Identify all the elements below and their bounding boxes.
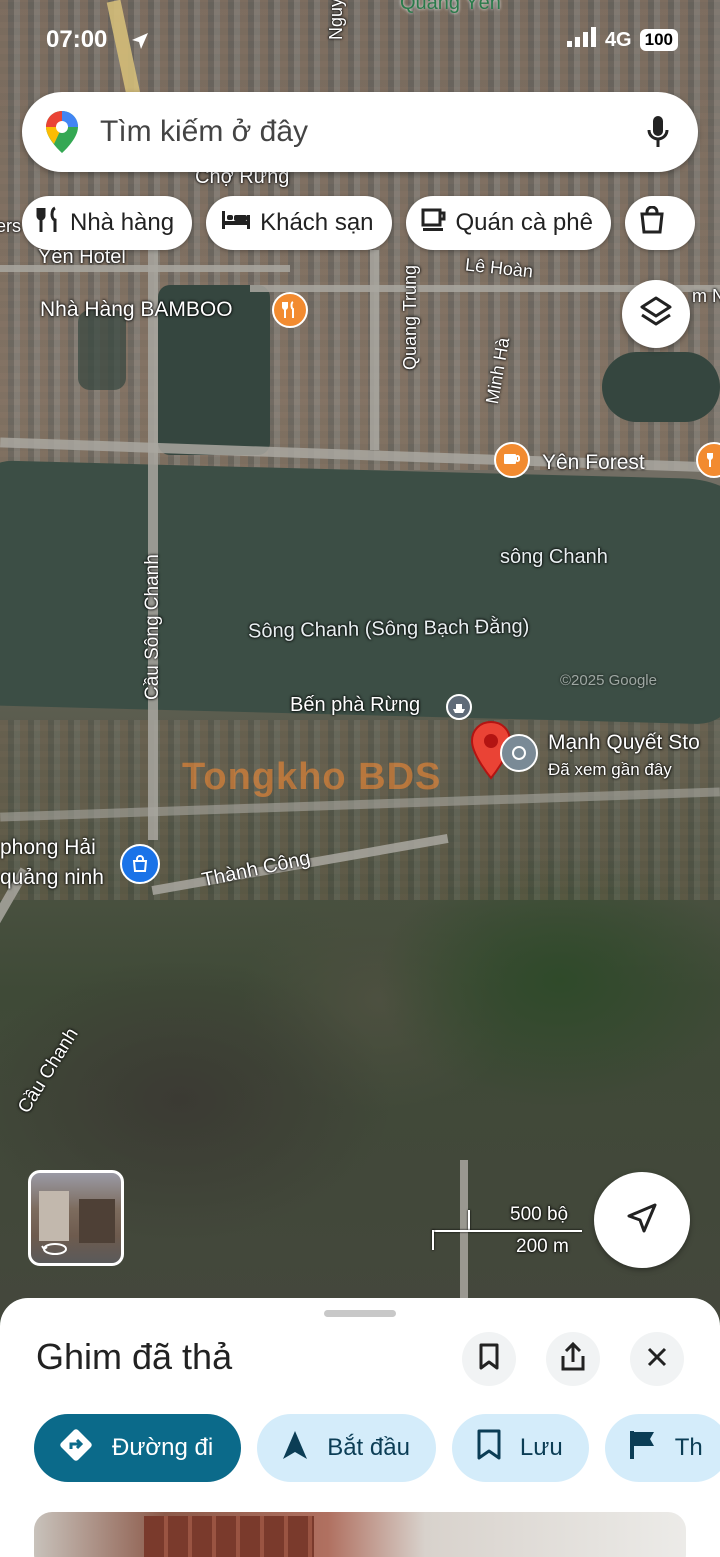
bed-icon bbox=[220, 209, 252, 238]
pond-west bbox=[78, 310, 126, 390]
start-navigation-icon bbox=[281, 1429, 309, 1468]
label-song-chanh-full: Sông Chanh (Sông Bạch Đằng) bbox=[247, 615, 530, 643]
layers-button[interactable] bbox=[622, 280, 690, 348]
signal-icon bbox=[566, 26, 597, 54]
scale-metric: 200 m bbox=[516, 1236, 569, 1257]
place-bottom-sheet[interactable]: Ghim đã thả Đường đi Bắt đầu Lưu Th bbox=[0, 1298, 720, 1557]
sheet-drag-handle[interactable] bbox=[324, 1310, 396, 1317]
google-watermark: ©2025 Google bbox=[560, 672, 657, 689]
save-bookmark-icon bbox=[476, 1429, 502, 1468]
navigation-arrow-icon bbox=[625, 1201, 659, 1240]
label-bamboo[interactable]: Nhà Hàng BAMBOO bbox=[40, 298, 233, 322]
label-quang-trung: Quang Trung bbox=[400, 264, 420, 370]
cafe-icon[interactable] bbox=[494, 442, 530, 478]
maps-logo-icon bbox=[44, 109, 80, 155]
chip-shopping[interactable] bbox=[624, 196, 695, 250]
place-photo[interactable] bbox=[34, 1512, 686, 1557]
save-bookmark-button[interactable] bbox=[462, 1332, 516, 1386]
sheet-title: Ghim đã thả bbox=[36, 1336, 233, 1377]
category-chips: Nhà hàng Khách sạn Quán cà phê bbox=[22, 196, 695, 250]
street-view-rotate-icon bbox=[41, 1239, 69, 1262]
label-yen-forest[interactable]: Yên Forest bbox=[542, 451, 645, 475]
search-bar[interactable]: Tìm kiếm ở đây bbox=[22, 92, 698, 172]
chip-cafes[interactable]: Quán cà phê bbox=[405, 196, 611, 250]
pond-east bbox=[602, 352, 720, 422]
label-da-xem: Đã xem gần đây bbox=[548, 760, 672, 779]
watermark-logo: Tongkho BDS bbox=[182, 756, 442, 798]
restaurant-icon-edge[interactable] bbox=[696, 442, 720, 478]
flag-icon bbox=[629, 1429, 657, 1468]
chip-restaurants[interactable]: Nhà hàng bbox=[22, 196, 193, 250]
chip-cafes-label: Quán cà phê bbox=[455, 209, 593, 236]
save-label: Lưu bbox=[519, 1434, 563, 1461]
save-button[interactable]: Lưu bbox=[451, 1414, 589, 1482]
label-phong-hai: phong Hải bbox=[0, 836, 96, 859]
share-icon bbox=[560, 1341, 586, 1377]
microphone-icon[interactable] bbox=[646, 114, 670, 155]
bookmark-icon bbox=[478, 1343, 500, 1376]
chip-hotels[interactable]: Khách sạn bbox=[206, 196, 392, 250]
label-cau-chanh: Cầu Chanh bbox=[14, 1024, 83, 1118]
directions-icon bbox=[58, 1427, 94, 1470]
battery-indicator: 100 bbox=[639, 29, 678, 51]
store-icon[interactable] bbox=[500, 734, 538, 772]
label-song-chanh: sông Chanh bbox=[500, 546, 608, 568]
status-bar: 07:00 4G 100 bbox=[0, 24, 720, 58]
shopping-bag-icon[interactable] bbox=[120, 844, 160, 884]
road-quang-trung bbox=[370, 250, 379, 450]
scale-bar: 500 bộ 200 m bbox=[432, 1204, 582, 1264]
label-manh-quyet[interactable]: Mạnh Quyết Sto bbox=[548, 731, 700, 755]
layers-icon bbox=[639, 295, 673, 334]
road-bridge bbox=[148, 250, 158, 840]
label-quang-ninh: quảng ninh bbox=[0, 866, 104, 889]
share-button[interactable] bbox=[546, 1332, 600, 1386]
fork-knife-icon bbox=[36, 206, 62, 241]
ferry-icon[interactable] bbox=[446, 694, 472, 720]
label-ben-pha[interactable]: Bến phà Rừng bbox=[290, 694, 420, 717]
directions-button[interactable]: Đường đi bbox=[34, 1414, 242, 1482]
close-button[interactable] bbox=[630, 1332, 684, 1386]
action-buttons: Đường đi Bắt đầu Lưu Th bbox=[34, 1414, 720, 1482]
status-time: 07:00 bbox=[46, 26, 108, 53]
label-flag-button[interactable]: Th bbox=[604, 1414, 720, 1482]
shopping-bag-chip-icon bbox=[639, 205, 665, 241]
label-quang-yen: Quảng Yên bbox=[400, 0, 501, 14]
close-icon bbox=[646, 1346, 668, 1373]
network-type: 4G bbox=[604, 28, 632, 51]
flag-label: Th bbox=[674, 1434, 703, 1461]
label-cau-song-chanh: Cầu Sông Chanh bbox=[142, 554, 163, 700]
street-view-thumbnail[interactable] bbox=[28, 1170, 124, 1266]
coffee-icon bbox=[420, 207, 448, 240]
search-input[interactable]: Tìm kiếm ở đây bbox=[100, 115, 308, 149]
label-ers: ers bbox=[0, 216, 22, 236]
location-arrow-icon bbox=[130, 30, 150, 58]
my-location-button[interactable] bbox=[594, 1172, 690, 1268]
chip-hotels-label: Khách sạn bbox=[260, 209, 374, 236]
label-m-n: m N bbox=[692, 286, 720, 306]
road-cau-chanh bbox=[0, 867, 30, 1237]
restaurant-icon[interactable] bbox=[272, 292, 308, 328]
start-label: Bắt đầu bbox=[327, 1434, 410, 1461]
directions-label: Đường đi bbox=[112, 1434, 214, 1461]
start-button[interactable]: Bắt đầu bbox=[257, 1414, 436, 1482]
chip-restaurants-label: Nhà hàng bbox=[70, 209, 175, 236]
scale-imperial: 500 bộ bbox=[510, 1204, 569, 1225]
